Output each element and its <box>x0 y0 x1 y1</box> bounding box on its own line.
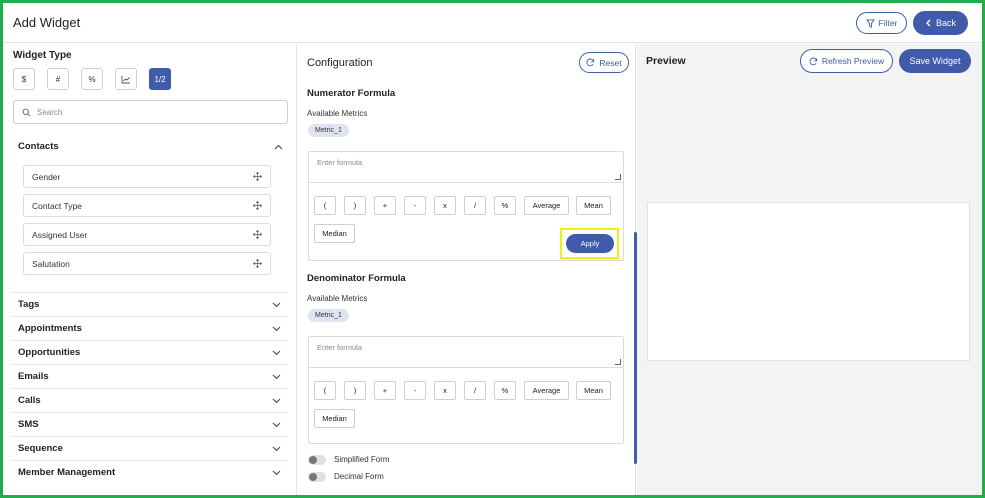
resize-grip-icon[interactable] <box>615 359 621 365</box>
chevron-down-icon <box>272 374 281 380</box>
field-contact-type[interactable]: Contact Type <box>23 194 271 217</box>
op-minus[interactable]: - <box>404 196 426 215</box>
drag-handle-icon[interactable] <box>253 230 262 239</box>
type-chart-button[interactable] <box>115 68 137 90</box>
type-number-button[interactable]: # <box>47 68 69 90</box>
search-input[interactable]: Search <box>13 100 288 124</box>
chevron-down-icon <box>272 398 281 404</box>
numerator-formula-box: Enter formula ( ) + - x / % Average Mean… <box>308 151 624 261</box>
numerator-formula-input[interactable]: Enter formula <box>309 152 623 183</box>
group-tags[interactable]: Tags <box>12 292 287 316</box>
denominator-title: Denominator Formula <box>307 273 406 284</box>
refresh-icon <box>809 57 818 66</box>
op-average[interactable]: Average <box>524 196 569 215</box>
drag-handle-icon[interactable] <box>253 201 262 210</box>
decimal-form-label: Decimal Form <box>334 472 384 481</box>
preview-panel: Preview Refresh Preview Save Widget <box>637 44 982 495</box>
op-percent[interactable]: % <box>494 381 516 400</box>
drag-handle-icon[interactable] <box>253 259 262 268</box>
resize-grip-icon[interactable] <box>615 174 621 180</box>
chevron-down-icon <box>272 326 281 332</box>
chevron-down-icon <box>272 446 281 452</box>
type-ratio-button[interactable]: 1/2 <box>149 68 171 90</box>
op-open-paren[interactable]: ( <box>314 381 336 400</box>
search-icon <box>22 108 31 117</box>
op-median[interactable]: Median <box>314 224 355 243</box>
apply-button[interactable]: Apply <box>566 234 614 253</box>
op-median[interactable]: Median <box>314 409 355 428</box>
field-gender[interactable]: Gender <box>23 165 271 188</box>
simplified-form-toggle[interactable] <box>308 455 326 465</box>
page-title: Add Widget <box>13 15 81 30</box>
filter-button[interactable]: Filter <box>856 12 907 34</box>
contacts-group-header[interactable]: Contacts <box>18 141 283 152</box>
save-widget-button[interactable]: Save Widget <box>899 49 971 73</box>
group-emails[interactable]: Emails <box>12 364 287 388</box>
op-close-paren[interactable]: ) <box>344 196 366 215</box>
group-opportunities[interactable]: Opportunities <box>12 340 287 364</box>
chevron-down-icon <box>272 302 281 308</box>
preview-title: Preview <box>646 55 686 67</box>
op-open-paren[interactable]: ( <box>314 196 336 215</box>
op-mean[interactable]: Mean <box>576 196 611 215</box>
apply-highlight: Apply <box>560 228 619 259</box>
op-plus[interactable]: + <box>374 381 396 400</box>
refresh-preview-button[interactable]: Refresh Preview <box>800 49 893 73</box>
denominator-formula-input[interactable]: Enter formula <box>309 337 623 368</box>
chevron-down-icon <box>272 422 281 428</box>
preview-canvas <box>647 202 970 361</box>
group-sequence[interactable]: Sequence <box>12 436 287 460</box>
type-percent-button[interactable]: % <box>81 68 103 90</box>
reset-button[interactable]: Reset <box>579 52 629 73</box>
configuration-title: Configuration <box>307 57 373 69</box>
group-calls[interactable]: Calls <box>12 388 287 412</box>
simplified-form-label: Simplified Form <box>334 455 390 464</box>
line-chart-icon <box>121 75 131 84</box>
op-percent[interactable]: % <box>494 196 516 215</box>
chevron-down-icon <box>272 350 281 356</box>
op-close-paren[interactable]: ) <box>344 381 366 400</box>
refresh-preview-label: Refresh Preview <box>821 56 885 66</box>
group-sms[interactable]: SMS <box>12 412 287 436</box>
op-divide[interactable]: / <box>464 196 486 215</box>
group-member-management[interactable]: Member Management <box>12 460 287 484</box>
denominator-metric-chip[interactable]: Metric_1 <box>308 309 349 322</box>
op-divide[interactable]: / <box>464 381 486 400</box>
numerator-available-label: Available Metrics <box>307 109 368 118</box>
group-appointments[interactable]: Appointments <box>12 316 287 340</box>
numerator-metric-chip[interactable]: Metric_1 <box>308 124 349 137</box>
back-label: Back <box>935 18 956 28</box>
decimal-form-toggle[interactable] <box>308 472 326 482</box>
op-multiply[interactable]: x <box>434 196 456 215</box>
fields-panel: Widget Type $ # % 1/2 Search Contacts Ge… <box>3 44 297 495</box>
op-plus[interactable]: + <box>374 196 396 215</box>
widget-type-title: Widget Type <box>13 50 72 61</box>
app-frame: Add Widget Filter Back Widget Type $ # %… <box>0 0 985 498</box>
refresh-icon <box>586 58 595 67</box>
chevron-left-icon <box>925 19 932 27</box>
reset-label: Reset <box>599 57 622 68</box>
configuration-panel: Configuration Reset Numerator Formula Av… <box>298 44 637 495</box>
header: Add Widget Filter Back <box>3 3 982 43</box>
numerator-title: Numerator Formula <box>307 88 396 99</box>
filter-label: Filter <box>878 18 898 28</box>
chevron-up-icon <box>274 144 283 150</box>
denominator-formula-box: Enter formula ( ) + - x / % Average Mean… <box>308 336 624 444</box>
drag-handle-icon[interactable] <box>253 172 262 181</box>
back-button[interactable]: Back <box>913 11 968 35</box>
field-assigned-user[interactable]: Assigned User <box>23 223 271 246</box>
field-salutation[interactable]: Salutation <box>23 252 271 275</box>
denominator-available-label: Available Metrics <box>307 294 368 303</box>
op-minus[interactable]: - <box>404 381 426 400</box>
type-currency-button[interactable]: $ <box>13 68 35 90</box>
op-average[interactable]: Average <box>524 381 569 400</box>
chevron-down-icon <box>272 470 281 476</box>
search-placeholder: Search <box>37 107 63 117</box>
filter-icon <box>865 18 875 28</box>
op-mean[interactable]: Mean <box>576 381 611 400</box>
op-multiply[interactable]: x <box>434 381 456 400</box>
